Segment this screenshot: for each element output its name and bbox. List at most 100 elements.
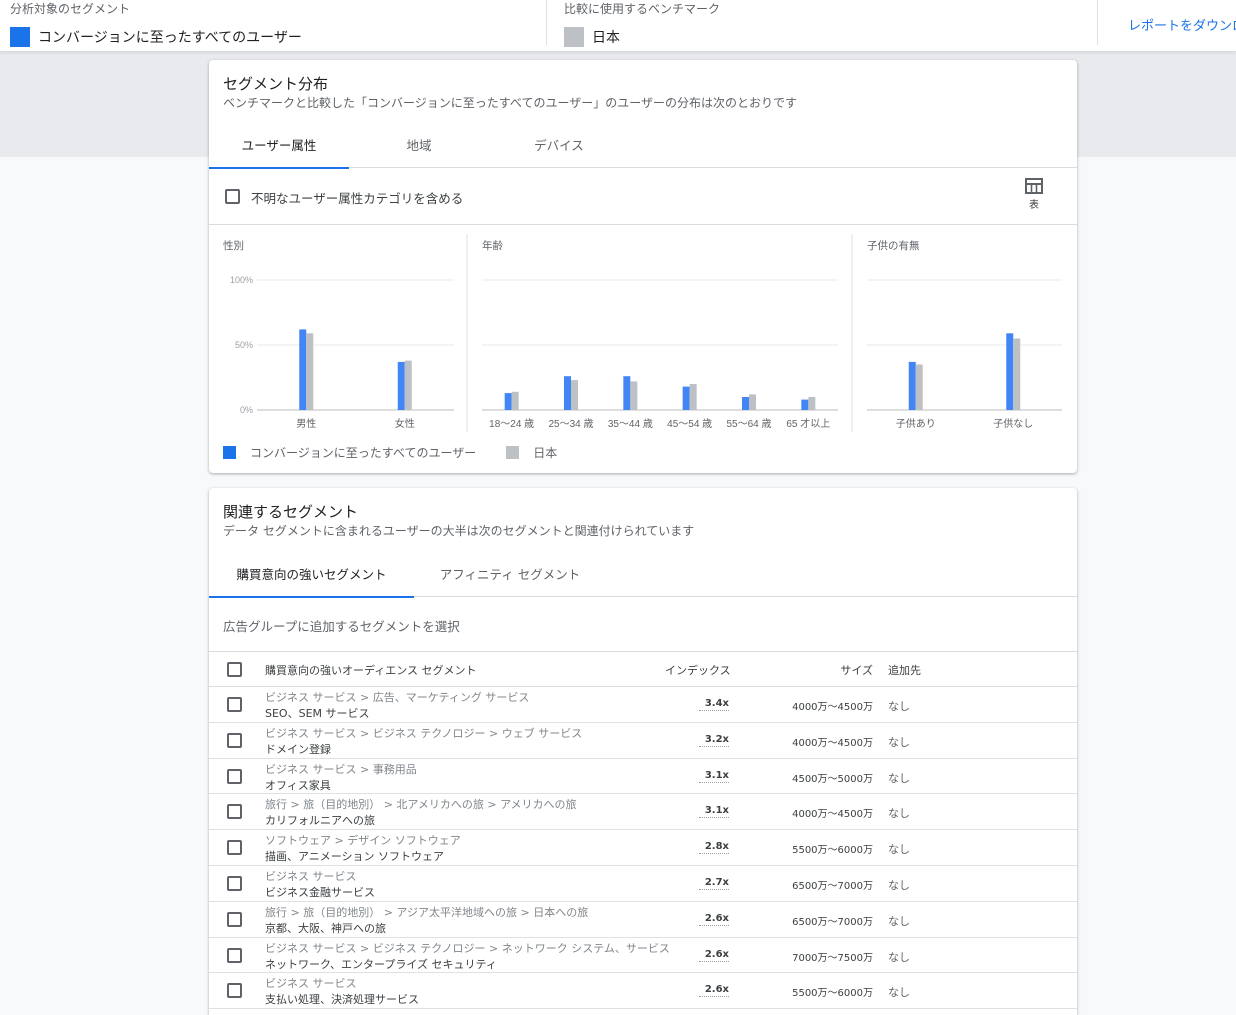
segment-size: 5500万～6000万 bbox=[792, 845, 873, 857]
related-segments-card: 関連するセグメント データ セグメントに含まれるユーザーの大半は次のセグメントと… bbox=[209, 488, 1077, 1015]
chart-options-row: 不明なユーザー属性カテゴリを含める 表 bbox=[209, 168, 1077, 225]
x-tick-label: 65 才以上 bbox=[786, 417, 830, 430]
segment-add-to: なし bbox=[888, 950, 910, 964]
row-checkbox[interactable] bbox=[227, 911, 242, 927]
benchmark-selector[interactable]: 比較に使用するベンチマーク 日本 bbox=[564, 2, 720, 47]
bar bbox=[404, 360, 412, 410]
segment-table-body: ビジネス サービス > 広告、マーケティング サービス SEO、SEM サービス 3… bbox=[209, 687, 1077, 1010]
segment-add-to: なし bbox=[888, 914, 910, 928]
segment-add-to: なし bbox=[888, 986, 910, 1000]
table-row[interactable]: ビジネス サービス ビジネス金融サービス 2.7x 6500万～7000万 なし bbox=[209, 866, 1077, 902]
active-tab-indicator bbox=[209, 596, 414, 598]
table-row[interactable]: ビジネス サービス > 広告、マーケティング サービス SEO、SEM サービス 3… bbox=[209, 687, 1077, 723]
analysis-segment-value: コンバージョンに至ったすべてのユーザー bbox=[38, 30, 302, 46]
x-tick-label: 35～44 歳 bbox=[608, 418, 653, 430]
row-checkbox[interactable] bbox=[227, 804, 242, 820]
x-tick-label: 55～64 歳 bbox=[726, 418, 771, 430]
segment-index: 2.6x bbox=[699, 949, 729, 962]
segment-index: 2.7x bbox=[699, 877, 729, 890]
tab-device[interactable]: デバイス bbox=[489, 120, 629, 168]
include-unknown-checkbox[interactable] bbox=[225, 189, 240, 204]
tab-label: 地域 bbox=[406, 137, 432, 153]
segment-size: 4000万～4500万 bbox=[792, 702, 873, 713]
y-tick-label: 100% bbox=[230, 275, 253, 285]
x-tick-label: 子供なし bbox=[993, 417, 1033, 430]
analysis-segment-label: 分析対象のセグメント bbox=[10, 2, 131, 16]
related-title: 関連するセグメント bbox=[223, 503, 359, 521]
segment-color-swatch bbox=[10, 27, 30, 47]
bar bbox=[808, 397, 816, 410]
segment-index: 3.1x bbox=[699, 805, 729, 819]
table-row[interactable]: ビジネス サービス 支払い処理、決済処理サービス 2.6x 5500万～6000万 なし bbox=[209, 973, 1077, 1010]
tab-region[interactable]: 地域 bbox=[349, 120, 489, 168]
bar bbox=[749, 394, 756, 410]
row-checkbox[interactable] bbox=[227, 768, 242, 784]
bar bbox=[504, 393, 512, 410]
benchmark-color-swatch bbox=[564, 27, 584, 47]
segment-size: 6500万～7000万 bbox=[792, 880, 873, 892]
bar bbox=[511, 391, 519, 410]
legend-label-benchmark: 日本 bbox=[533, 446, 558, 460]
segment-size: 4000万～4500万 bbox=[792, 809, 873, 821]
segment-name: ビジネス金融サービス bbox=[265, 885, 375, 899]
bar bbox=[1006, 333, 1014, 410]
x-tick-label: 女性 bbox=[395, 417, 415, 430]
chart-title: 子供の有無 bbox=[867, 239, 920, 252]
row-checkbox[interactable] bbox=[227, 697, 242, 712]
tab-label: 購買意向の強いセグメント bbox=[236, 566, 387, 582]
segment-size: 5500万～6000万 bbox=[792, 988, 873, 1000]
table-row[interactable]: 旅行 > 旅（目的地別） > 北アメリカへの旅 > アメリカへの旅 カリフォルニア… bbox=[209, 794, 1077, 831]
segment-category-path: ビジネス サービス > 広告、マーケティング サービス bbox=[265, 691, 530, 704]
row-checkbox[interactable] bbox=[227, 875, 242, 891]
table-row[interactable]: ビジネス サービス > ビジネス テクノロジー > ウェブ サービス ドメイン登録… bbox=[209, 723, 1077, 759]
bar bbox=[915, 364, 923, 410]
column-header-segment: 購買意向の強いオーディエンス セグメント bbox=[265, 664, 477, 677]
table-row[interactable]: 旅行 > 旅（目的地別） > アジア太平洋地域への旅 > 日本への旅 京都、大阪、… bbox=[209, 902, 1077, 938]
segment-index: 2.8x bbox=[699, 841, 729, 855]
segment-size: 4500万～5000万 bbox=[792, 773, 873, 785]
segment-distribution-card: セグメント分布 ベンチマークと比較した「コンバージョンに至ったすべてのユーザー」… bbox=[209, 60, 1077, 473]
tab-label: アフィニティ セグメント bbox=[439, 566, 581, 582]
table-row[interactable]: ソフトウェア > デザイン ソフトウェア 描画、アニメーション ソフトウェア 2.8… bbox=[209, 830, 1077, 866]
select-all-checkbox[interactable] bbox=[227, 662, 242, 677]
distribution-tabs: ユーザー属性 地域 デバイス bbox=[209, 120, 1077, 169]
row-checkbox[interactable] bbox=[227, 732, 242, 748]
row-checkbox[interactable] bbox=[227, 840, 242, 856]
segment-name: 支払い処理、決済処理サービス bbox=[265, 993, 419, 1007]
table-row[interactable]: ビジネス サービス > ビジネス テクノロジー > ネットワーク システム、サー… bbox=[209, 938, 1077, 974]
x-tick-label: 子供あり bbox=[896, 417, 936, 430]
table-view-button[interactable]: 表 bbox=[1019, 178, 1049, 211]
segment-name: オフィス家具 bbox=[265, 778, 331, 792]
segment-size: 6500万～7000万 bbox=[792, 916, 873, 928]
bar bbox=[623, 376, 631, 410]
x-tick-label: 男性 bbox=[296, 417, 316, 430]
segment-index: 3.2x bbox=[699, 734, 729, 747]
analysis-segment-selector[interactable]: 分析対象のセグメント コンバージョンに至ったすべてのユーザー bbox=[10, 2, 302, 47]
tab-in-market[interactable]: 購買意向の強いセグメント bbox=[209, 549, 414, 598]
header-divider bbox=[1097, 0, 1098, 45]
column-header-add-to: 追加先 bbox=[888, 664, 921, 677]
y-tick-label: 0% bbox=[240, 405, 253, 415]
table-row[interactable]: ビジネス サービス > 事務用品 オフィス家具 3.1x 4500万～5000万 なし bbox=[209, 759, 1077, 795]
segment-name: ネットワーク、エンタープライズ セキュリティ bbox=[265, 957, 497, 971]
table-view-label: 表 bbox=[1029, 200, 1039, 211]
legend-swatch-segment bbox=[223, 446, 236, 459]
bar bbox=[571, 380, 578, 410]
row-checkbox[interactable] bbox=[227, 947, 242, 963]
chart-title: 性別 bbox=[223, 239, 244, 252]
demographic-charts: 性別 0% 50% 100% 男性 女性 年齢 18～24 歳 25～34 歳 35～44 歳 45… bbox=[209, 226, 1077, 436]
segment-index: 3.1x bbox=[699, 770, 729, 783]
segment-category-path: ビジネス サービス bbox=[265, 977, 357, 991]
column-header-size[interactable]: サイズ bbox=[809, 662, 873, 678]
segment-category-path: 旅行 > 旅（目的地別） > 北アメリカへの旅 > アメリカへの旅 bbox=[265, 798, 577, 812]
segment-category-path: ソフトウェア > デザイン ソフトウェア bbox=[265, 834, 461, 848]
segment-index: 3.4x bbox=[699, 698, 729, 711]
chart-title: 年齢 bbox=[482, 239, 503, 252]
segment-name: 描画、アニメーション ソフトウェア bbox=[265, 850, 445, 864]
download-report-link[interactable]: レポートをダウンロード bbox=[1128, 15, 1236, 34]
segment-category-path: ビジネス サービス bbox=[265, 869, 357, 883]
column-header-index[interactable]: インデックス bbox=[665, 662, 731, 678]
row-checkbox[interactable] bbox=[227, 983, 242, 999]
tab-affinity[interactable]: アフィニティ セグメント bbox=[414, 549, 606, 597]
tab-demographics[interactable]: ユーザー属性 bbox=[209, 120, 349, 169]
